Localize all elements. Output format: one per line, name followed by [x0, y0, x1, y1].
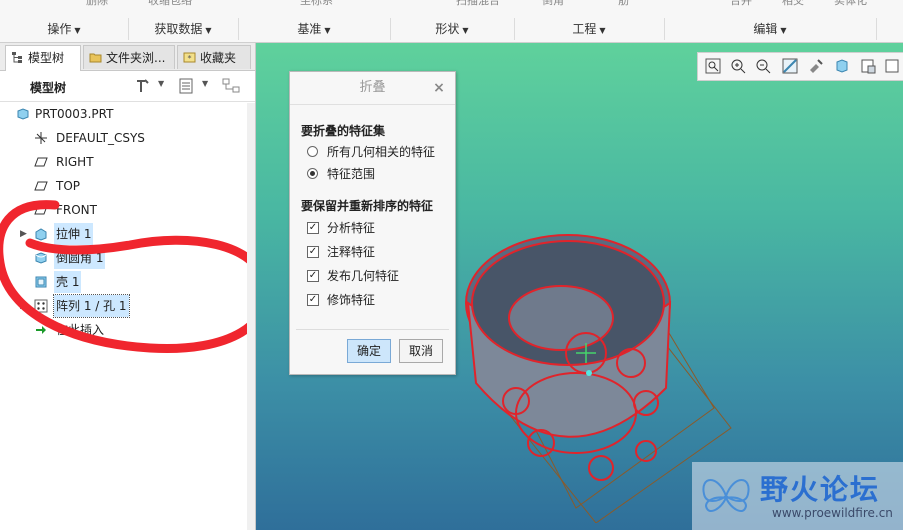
watermark-title: 野火论坛	[760, 473, 881, 506]
zoom-out-icon[interactable]	[755, 58, 771, 74]
checkbox[interactable]: ✓	[307, 270, 319, 282]
rib-button[interactable]: 筋	[618, 0, 629, 8]
repaint-icon[interactable]	[782, 58, 798, 74]
tab-folder-browser[interactable]: 文件夹浏...	[83, 45, 175, 69]
checkbox-label: 注释特征	[327, 245, 376, 259]
tree-item-label: RIGHT	[56, 155, 94, 169]
collapse-dialog: 折叠 × 要折叠的特征集 所有几何相关的特征 特征范围 要保留并重新排序的特征 …	[289, 71, 456, 375]
datum-plane-icon	[34, 157, 48, 167]
settings-tools-icon[interactable]	[134, 77, 152, 95]
zoom-in-icon[interactable]	[730, 58, 746, 74]
group-datum[interactable]: 基准 ▼	[238, 18, 391, 40]
view-manager-icon[interactable]	[808, 58, 824, 74]
keep-reorder-heading: 要保留并重新排序的特征	[301, 199, 434, 213]
solidify-button[interactable]: 实体化	[834, 0, 867, 8]
checkbox-label: 修饰特征	[327, 293, 376, 307]
radio-label: 所有几何相关的特征	[327, 145, 436, 159]
view-more-icon[interactable]	[884, 58, 900, 74]
tree-item-label: PRT0003.PRT	[35, 107, 114, 121]
favorites-icon: *	[183, 52, 196, 63]
tree-item-csys[interactable]: DEFAULT_CSYS	[0, 127, 248, 149]
ribbon: 删除 收缩包络 坐标系 扫描混合 倒角 筋 合并 相交 实体化 操作 ▼ 获取数据…	[0, 0, 903, 43]
swept-blend-button[interactable]: 扫描混合	[456, 0, 500, 8]
butterfly-logo-icon	[702, 479, 750, 513]
tree-item-part[interactable]: PRT0003.PRT	[0, 103, 248, 125]
chamfer-button[interactable]: 倒角	[542, 0, 564, 8]
refit-icon[interactable]	[705, 58, 721, 74]
tree-scrollbar[interactable]	[247, 103, 255, 530]
watermark-url: www.proewildfire.cn	[772, 506, 893, 520]
checkbox-label: 分析特征	[327, 221, 376, 235]
svg-text:*: *	[188, 54, 192, 63]
close-icon[interactable]: ×	[432, 81, 446, 95]
display-style-icon[interactable]	[834, 58, 850, 74]
group-operations[interactable]: 操作 ▼	[0, 18, 129, 40]
tab-favorites-label: 收藏夹	[200, 51, 237, 65]
show-dropdown-icon[interactable]: ▼	[202, 79, 208, 88]
radio-label: 特征范围	[327, 167, 376, 181]
csys-button[interactable]: 坐标系	[300, 0, 333, 8]
feature-set-heading: 要折叠的特征集	[301, 124, 386, 138]
tools-dropdown-icon[interactable]: ▼	[158, 79, 164, 88]
datum-plane-icon	[34, 181, 48, 191]
view-toolbar	[697, 52, 903, 81]
tab-folder-browser-label: 文件夹浏...	[106, 51, 166, 65]
delete-button[interactable]: 删除	[86, 0, 108, 8]
tab-model-tree-label: 模型树	[28, 51, 65, 65]
folder-icon	[89, 53, 102, 63]
tab-favorites[interactable]: * 收藏夹	[177, 45, 251, 69]
ribbon-top-items: 删除 收缩包络 坐标系 扫描混合 倒角 筋 合并 相交 实体化	[0, 0, 903, 8]
dialog-title: 折叠	[290, 72, 455, 105]
part-icon	[17, 108, 29, 120]
ok-button[interactable]: 确定	[347, 339, 391, 363]
panel-tabs: 模型树 文件夹浏... * 收藏夹	[0, 43, 255, 71]
model-tree-header: 模型树 ▼ ▼	[0, 71, 255, 102]
tree-item-right[interactable]: RIGHT	[0, 151, 248, 173]
filter-icon[interactable]	[222, 77, 242, 95]
group-shapes[interactable]: 形状 ▼	[390, 18, 515, 40]
group-engineering[interactable]: 工程 ▼	[514, 18, 665, 40]
checkbox[interactable]: ✓	[307, 246, 319, 258]
shrinkwrap-button[interactable]: 收缩包络	[148, 0, 192, 8]
show-options-icon[interactable]	[178, 78, 194, 94]
saved-views-icon[interactable]	[860, 58, 876, 74]
model-tree-icon	[12, 52, 22, 63]
csys-icon	[35, 132, 47, 144]
model-tree-title: 模型树	[30, 81, 67, 95]
group-get-data[interactable]: 获取数据 ▼	[128, 18, 239, 40]
forum-watermark: 野火论坛 www.proewildfire.cn	[692, 462, 903, 530]
checkbox[interactable]: ✓	[307, 222, 319, 234]
radio-button-selected[interactable]	[307, 168, 318, 179]
left-panel: 模型树 文件夹浏... * 收藏夹 模型树 ▼ ▼ PRT0003.PRT DE…	[0, 43, 256, 530]
checkbox-label: 发布几何特征	[327, 269, 400, 283]
cancel-button[interactable]: 取消	[399, 339, 443, 363]
checkbox[interactable]: ✓	[307, 294, 319, 306]
annotation-circle	[0, 200, 255, 354]
tab-model-tree[interactable]: 模型树	[5, 45, 81, 71]
merge-button[interactable]: 合并	[730, 0, 752, 8]
tree-item-label: DEFAULT_CSYS	[56, 131, 145, 145]
intersect-button[interactable]: 相交	[782, 0, 804, 8]
dialog-divider	[296, 329, 449, 330]
group-editing[interactable]: 编辑 ▼	[664, 18, 877, 40]
radio-button[interactable]	[307, 146, 318, 157]
